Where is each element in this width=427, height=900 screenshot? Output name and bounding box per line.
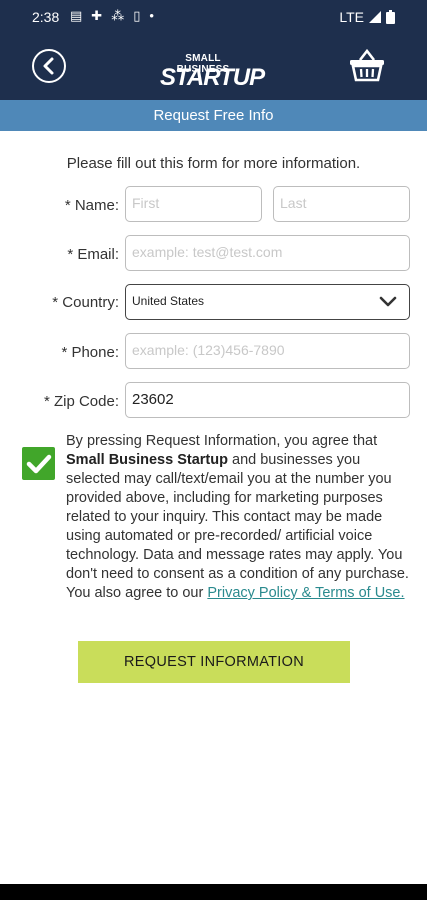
request-information-button[interactable]: REQUEST INFORMATION: [78, 641, 350, 683]
country-select[interactable]: United States: [125, 284, 410, 320]
zip-input[interactable]: 23602: [125, 382, 410, 418]
network-type: LTE: [339, 9, 364, 25]
news-icon: ▤: [70, 8, 83, 23]
logo-big-text: STARTUP: [160, 64, 265, 91]
chevron-down-icon: [379, 296, 397, 307]
email-label: * Email:: [67, 246, 119, 263]
consent-text: By pressing Request Information, you agr…: [66, 432, 416, 603]
zip-label: * Zip Code:: [43, 393, 119, 410]
last-name-input[interactable]: Last: [273, 186, 410, 222]
system-indicators: LTE: [339, 9, 395, 25]
check-icon: [26, 454, 52, 474]
back-button[interactable]: [32, 49, 66, 83]
app-logo: SMALL BUSINESS STARTUP: [158, 51, 265, 97]
consent-text-after: and businesses you selected may call/tex…: [66, 452, 409, 601]
form-intro: Please fill out this form for more infor…: [66, 155, 361, 172]
email-input[interactable]: example: test@test.com: [125, 235, 410, 271]
consent-checkbox[interactable]: [22, 447, 55, 480]
status-bar: 2:38 ▤ ✚ ⁂ ▯ • LTE: [0, 0, 427, 34]
company-name: Small Business Startup: [66, 452, 228, 468]
phone-input[interactable]: example: (123)456-7890: [125, 333, 410, 369]
notification-icons: ▤ ✚ ⁂ ▯ •: [70, 8, 154, 24]
country-value: United States: [132, 294, 205, 308]
phone-label: * Phone:: [61, 344, 119, 361]
first-name-input[interactable]: First: [125, 186, 262, 222]
dot-icon: •: [149, 8, 154, 23]
back-icon: [43, 57, 54, 75]
app-header: SMALL BUSINESS STARTUP: [0, 34, 427, 100]
game-icon: ✚: [91, 8, 103, 23]
privacy-policy-link[interactable]: Privacy Policy & Terms of Use.: [207, 585, 404, 601]
network-icon: ⁂: [111, 8, 125, 23]
consent-text-before: By pressing Request Information, you agr…: [66, 433, 378, 449]
country-label: * Country:: [52, 294, 119, 311]
system-nav-bar: [0, 884, 427, 900]
basket-icon[interactable]: [349, 48, 385, 82]
clock: 2:38: [32, 9, 60, 25]
signal-icon: [369, 11, 381, 23]
name-label: * Name:: [64, 197, 119, 214]
battery-icon: [386, 10, 395, 24]
sim-icon: ▯: [133, 8, 141, 23]
page-title: Request Free Info: [0, 100, 427, 131]
